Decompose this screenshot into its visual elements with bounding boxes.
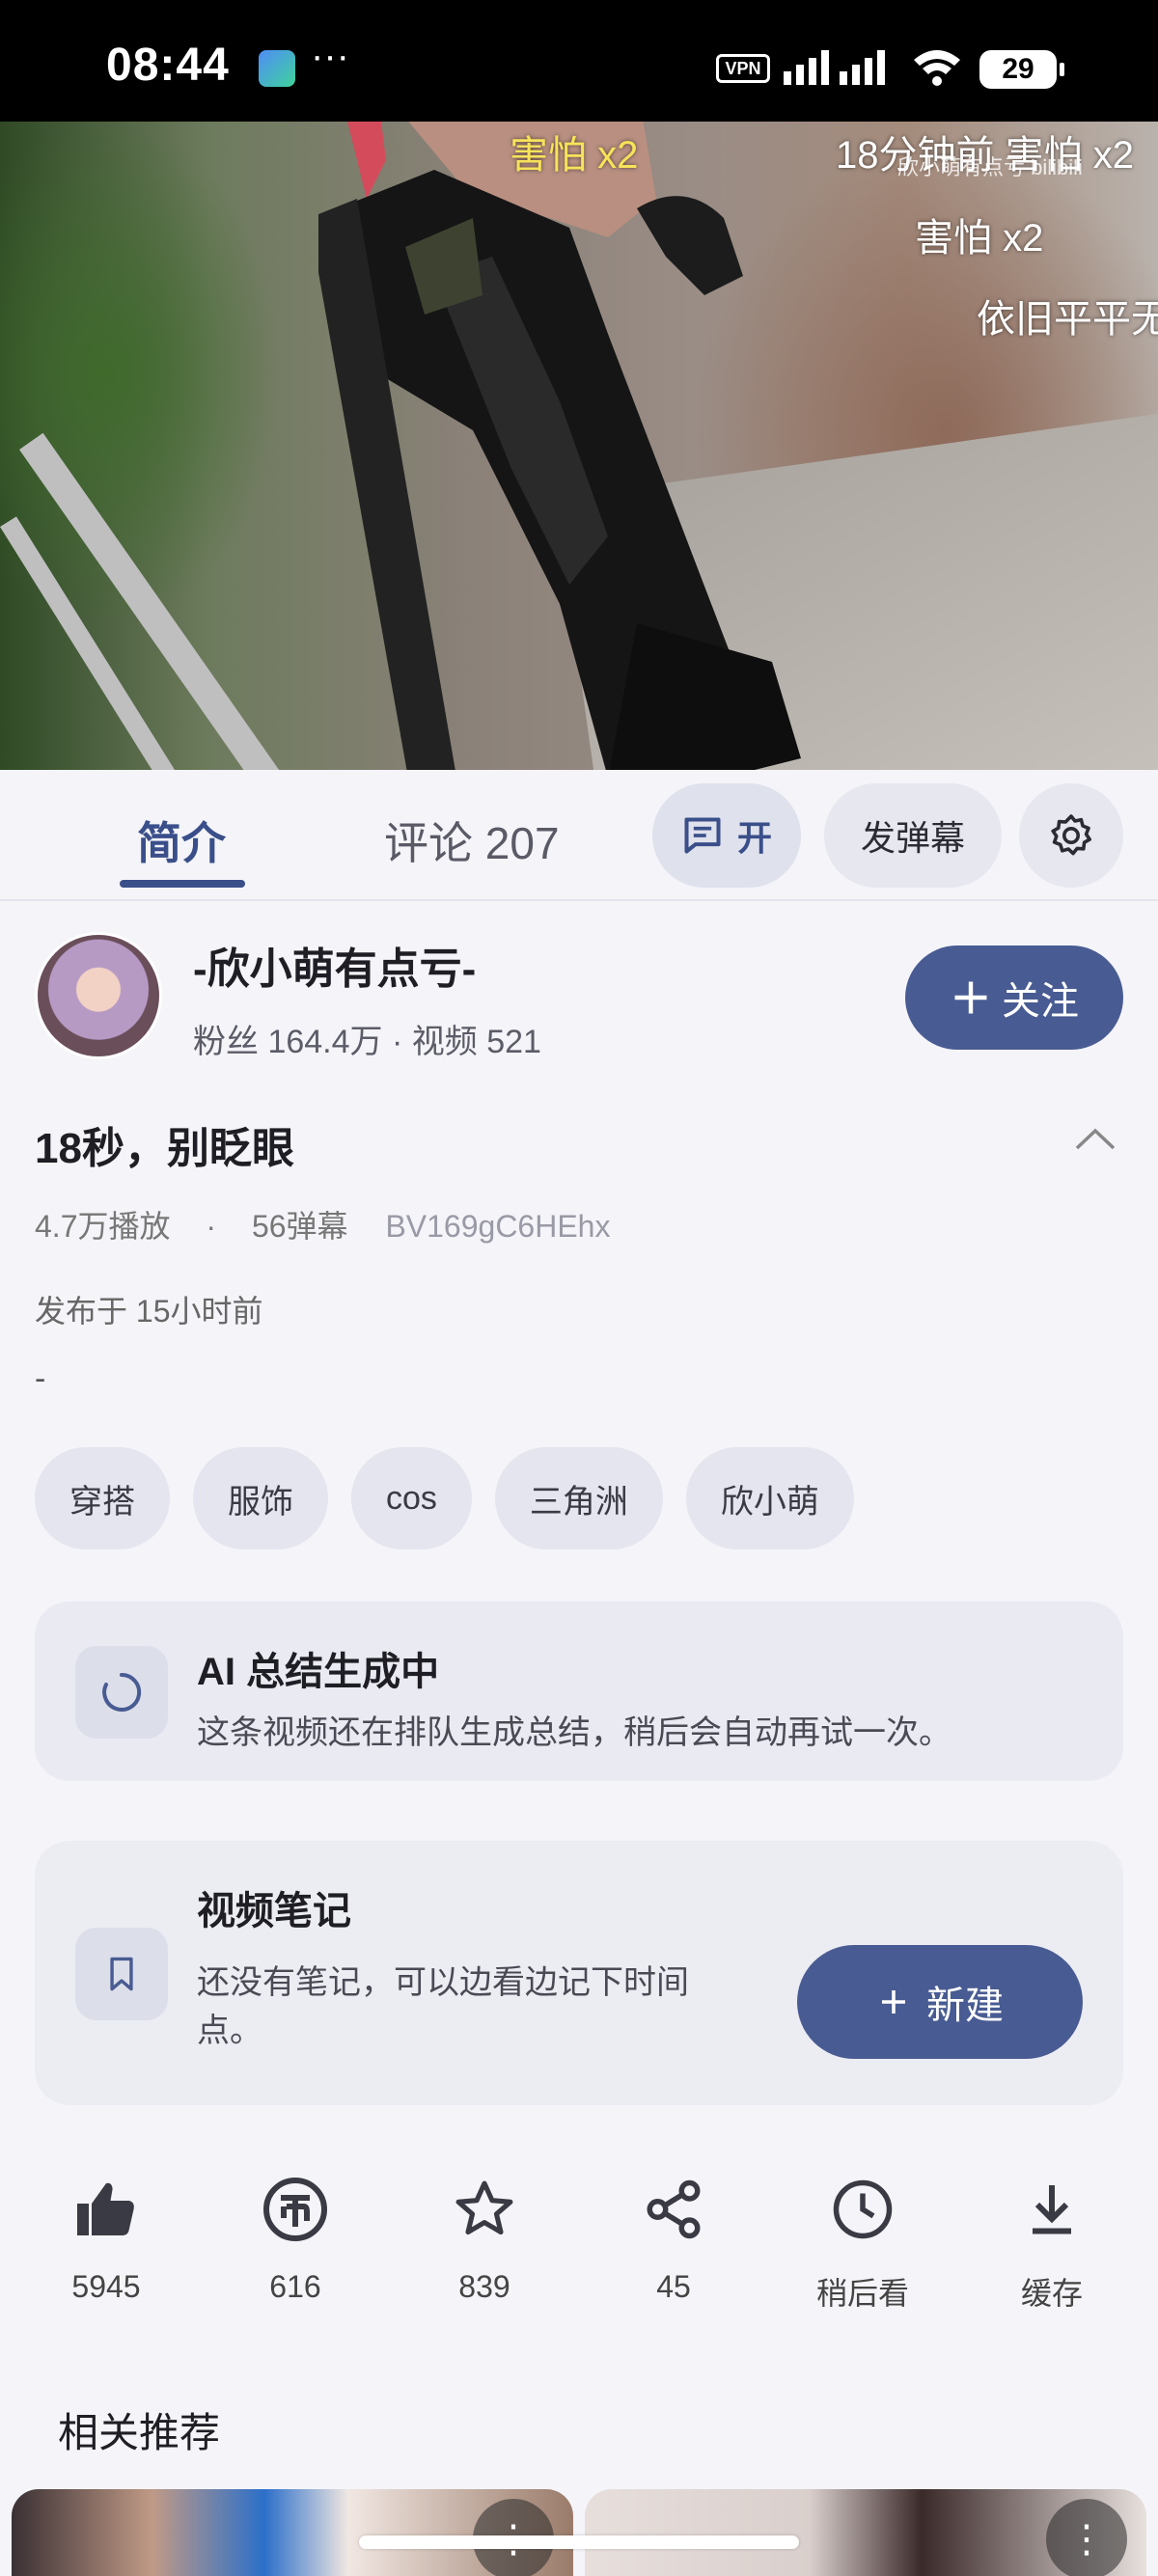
new-note-label: 新建 [926, 1985, 1004, 2027]
follow-label: 关注 [1002, 980, 1079, 1023]
share-count: 45 [656, 2269, 691, 2304]
new-note-button[interactable]: 新建 [797, 1945, 1083, 2059]
tag-chip[interactable]: cos [351, 1447, 472, 1549]
detail-tab-bar: 简介 评论 207 开 发弹幕 [0, 770, 1158, 901]
video-watermark: 欣小萌有点亏 bilibili [897, 155, 1083, 179]
uploader-name[interactable]: -欣小萌有点亏- [193, 934, 476, 996]
favorite-count: 839 [458, 2269, 510, 2304]
star-icon [407, 2171, 562, 2248]
download-button[interactable]: 缓存 [975, 2171, 1129, 2314]
download-label: 缓存 [1020, 2276, 1083, 2311]
ai-summary-text: 这条视频还在排队生成总结，稍后会自动再试一次。 [197, 1714, 951, 1751]
send-danmaku-button[interactable]: 发弹幕 [824, 783, 1002, 888]
gear-icon [1051, 814, 1091, 856]
signal-icon-2 [840, 50, 885, 85]
watch-later-label: 稍后看 [815, 2276, 909, 2311]
meta-separator: · [206, 1209, 217, 1244]
download-icon [975, 2171, 1129, 2248]
danmaku-comment: 害怕 x2 [915, 217, 1044, 260]
share-button[interactable]: 45 [596, 2171, 751, 2305]
publish-time: 发布于 15小时前 [35, 1294, 263, 1329]
ai-summary-title: AI 总结生成中 [197, 1651, 440, 1693]
notes-text: 还没有笔记，可以边看边记下时间点。 [197, 1964, 689, 2049]
video-meta: 4.7万播放 · 56弹幕 BV169gC6HEhx [35, 1202, 610, 1247]
video-description: - [35, 1360, 46, 1397]
signal-icon [784, 50, 829, 85]
tab-comments[interactable]: 评论 207 [384, 808, 560, 872]
coin-button[interactable]: 616 [218, 2171, 372, 2305]
related-video-card[interactable]: ⋮ [12, 2489, 573, 2576]
danmaku-comment: 害怕 x2 [510, 134, 639, 177]
danmaku-comment: 依旧平平无 [977, 298, 1158, 341]
status-time: 08:44 [106, 40, 230, 91]
clock-icon [786, 2171, 940, 2248]
notes-title: 视频笔记 [197, 1890, 351, 1932]
app-notification-icon [259, 50, 295, 87]
video-bvid[interactable]: BV169gC6HEhx [385, 1209, 610, 1244]
wifi-icon [914, 50, 960, 86]
danmaku-settings-button[interactable] [1019, 783, 1123, 888]
more-notifications-icon: ··· [311, 35, 349, 77]
tag-chip[interactable]: 穿搭 [35, 1447, 170, 1549]
tab-indicator [120, 880, 245, 888]
uploader-stats: 粉丝 164.4万 · 视频 521 [193, 1024, 541, 1060]
coin-icon [218, 2171, 372, 2248]
vpn-icon: VPN [716, 54, 770, 83]
tag-chip[interactable]: 服饰 [193, 1447, 328, 1549]
like-count: 5945 [71, 2269, 141, 2304]
uploader-avatar[interactable] [35, 932, 162, 1059]
tag-list: 穿搭 服饰 cos 三角洲 欣小萌 [35, 1447, 854, 1549]
danmaku-count: 56弹幕 [251, 1209, 348, 1244]
like-button[interactable]: 5945 [29, 2171, 183, 2305]
plus-icon [882, 1990, 905, 2014]
plus-icon [954, 981, 987, 1014]
tag-chip[interactable]: 三角洲 [494, 1447, 663, 1549]
video-title: 18秒，别眨眼 [35, 1125, 294, 1172]
thumb-up-icon [29, 2171, 183, 2248]
tag-chip[interactable]: 欣小萌 [685, 1447, 854, 1549]
danmaku-toggle-label: 开 [736, 818, 772, 858]
favorite-button[interactable]: 839 [407, 2171, 562, 2305]
tab-intro[interactable]: 简介 [137, 808, 226, 872]
action-bar: 5945 616 839 45 稍后看 缓存 [0, 2171, 1158, 2325]
status-bar: 08:44 ··· VPN 29 [0, 0, 1158, 122]
ai-summary-card: AI 总结生成中 这条视频还在排队生成总结，稍后会自动再试一次。 [35, 1602, 1123, 1781]
chevron-up-icon[interactable] [1073, 1125, 1117, 1154]
related-section-title: 相关推荐 [58, 2410, 221, 2455]
danmaku-icon [684, 817, 721, 854]
share-icon [596, 2171, 751, 2248]
danmaku-toggle-button[interactable]: 开 [652, 783, 801, 888]
send-danmaku-label: 发弹幕 [860, 818, 965, 858]
watch-later-button[interactable]: 稍后看 [786, 2171, 940, 2314]
coin-count: 616 [269, 2269, 321, 2304]
bookmark-icon [75, 1928, 168, 2020]
related-video-card[interactable]: ⋮ [585, 2489, 1146, 2576]
video-frame [318, 122, 801, 770]
battery-indicator: 29 [979, 50, 1064, 89]
play-count: 4.7万播放 [35, 1209, 171, 1244]
follow-button[interactable]: 关注 [905, 945, 1123, 1050]
video-player[interactable]: 害怕 x2 18分钟前 害怕 x2 害怕 x2 依旧平平无 欣小萌有点亏 bil… [0, 122, 1158, 770]
more-options-icon[interactable]: ⋮ [1046, 2499, 1127, 2576]
home-indicator[interactable] [359, 2535, 799, 2549]
loading-spinner-icon [75, 1646, 168, 1739]
video-notes-card: 视频笔记 还没有笔记，可以边看边记下时间点。 新建 [35, 1841, 1123, 2105]
